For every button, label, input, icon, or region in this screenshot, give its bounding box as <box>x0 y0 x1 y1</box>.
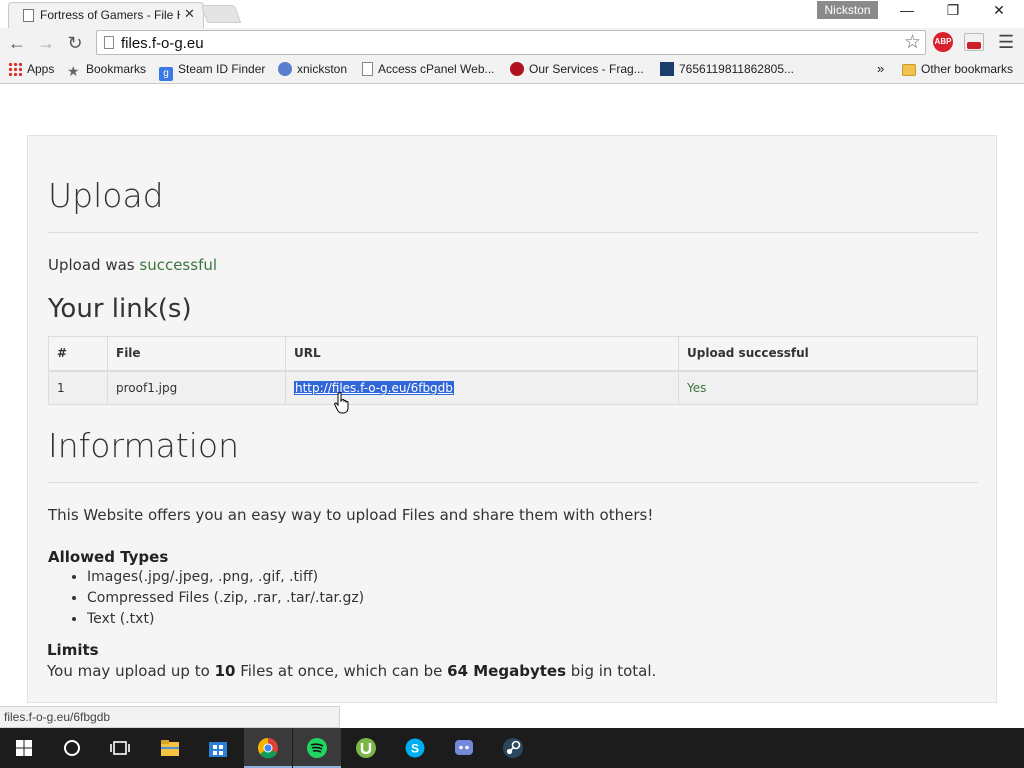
forward-arrow-icon[interactable]: → <box>34 31 58 55</box>
list-item: Images(.jpg/.jpeg, .png, .gif, .tiff) <box>87 567 364 588</box>
svg-text:S: S <box>411 742 419 756</box>
allowed-types-heading: Allowed Types <box>48 548 169 566</box>
store-button[interactable] <box>194 728 242 768</box>
allowed-types-list: Images(.jpg/.jpeg, .png, .gif, .tiff) Co… <box>67 567 364 630</box>
windows-logo-icon <box>16 740 32 756</box>
chrome-icon <box>258 738 278 759</box>
row-file: proof1.jpg <box>107 370 286 405</box>
divider <box>48 482 978 483</box>
minimize-icon[interactable]: — <box>884 0 930 20</box>
utorrent-icon <box>356 738 376 758</box>
bookmark-xnickston[interactable]: xnickston <box>278 62 347 76</box>
tab-title: Fortress of Gamers - File H <box>40 8 180 22</box>
list-item: Compressed Files (.zip, .rar, .tar/.tar.… <box>87 588 364 609</box>
table-row: 1 proof1.jpg http://files.f-o-g.eu/6fbgd… <box>48 370 978 405</box>
skype-button[interactable]: S <box>391 728 439 768</box>
steam-button[interactable] <box>489 728 537 768</box>
list-item: Text (.txt) <box>87 609 364 630</box>
cortana-circle-icon <box>64 740 80 756</box>
col-header-num: # <box>48 336 108 372</box>
globe-icon <box>278 62 292 76</box>
limits-heading: Limits <box>47 641 99 659</box>
restore-icon[interactable]: ❐ <box>930 0 976 20</box>
page-info-icon[interactable] <box>104 36 114 49</box>
page-favicon-icon <box>23 9 34 22</box>
star-icon: ★ <box>67 63 80 79</box>
windows-start-button[interactable] <box>0 728 48 768</box>
bookmark-steam-id-number[interactable]: 7656119811862805... <box>660 62 794 76</box>
hand-cursor-icon <box>334 392 349 414</box>
adblock-plus-icon[interactable]: ABP <box>933 32 953 52</box>
upload-heading: Upload <box>48 176 164 215</box>
folder-icon <box>161 740 179 756</box>
chrome-menu-icon[interactable]: ☰ <box>998 32 1014 53</box>
frag-icon <box>510 62 524 76</box>
limits-size: 64 Megabytes <box>447 662 566 680</box>
bookmark-star-icon[interactable]: ☆ <box>904 31 921 54</box>
status-bubble: files.f-o-g.eu/6fbgdb <box>0 706 340 728</box>
spotify-button[interactable] <box>293 728 341 768</box>
spotify-icon <box>307 738 327 758</box>
steam-id-icon: g <box>159 67 173 81</box>
file-explorer-button[interactable] <box>146 728 194 768</box>
steam-icon <box>503 738 523 758</box>
title-bar: Fortress of Gamers - File H ✕ Nickston —… <box>0 0 1024 28</box>
col-header-upload-successful: Upload successful <box>678 336 978 372</box>
tab-close-icon[interactable]: ✕ <box>184 6 195 22</box>
profile-button[interactable]: Nickston <box>817 1 878 19</box>
v-icon <box>660 62 674 76</box>
links-table: # File URL Upload successful 1 proof1.jp… <box>48 336 978 405</box>
skype-icon: S <box>405 738 425 758</box>
table-header-row: # File URL Upload successful <box>48 336 978 372</box>
reload-icon[interactable]: ↻ <box>63 31 87 55</box>
youtube-extension-icon[interactable] <box>964 33 984 51</box>
task-view-icon <box>110 741 130 755</box>
limits-files-count: 10 <box>214 662 236 680</box>
windows-taskbar: S <box>0 728 1024 768</box>
browser-tab[interactable]: Fortress of Gamers - File H ✕ <box>8 2 204 28</box>
bookmark-bookmarks[interactable]: ★ Bookmarks <box>67 62 146 79</box>
upload-status: Upload was successful <box>48 256 218 274</box>
bookmark-steam-id-finder[interactable]: g Steam ID Finder <box>159 62 265 81</box>
row-upload-successful: Yes <box>678 370 978 405</box>
browser-toolbar: ← → ↻ files.f-o-g.eu ☆ ABP ☰ <box>0 28 1024 58</box>
cortana-search-button[interactable] <box>48 728 96 768</box>
discord-button[interactable] <box>440 728 488 768</box>
col-header-file: File <box>107 336 286 372</box>
chrome-button[interactable] <box>244 728 292 768</box>
back-arrow-icon[interactable]: ← <box>5 31 29 55</box>
bookmark-cpanel[interactable]: Access cPanel Web... <box>362 62 495 76</box>
info-text: This Website offers you an easy way to u… <box>48 506 654 524</box>
store-bag-icon <box>209 742 227 757</box>
other-bookmarks-folder[interactable]: Other bookmarks <box>902 62 1013 76</box>
address-text[interactable]: files.f-o-g.eu <box>121 35 204 52</box>
limits-text: You may upload up to 10 Files at once, w… <box>47 662 657 680</box>
upload-status-success: successful <box>139 256 218 274</box>
uploaded-file-link[interactable]: http://files.f-o-g.eu/6fbgdb <box>294 380 454 395</box>
bookmarks-bar: Apps ★ Bookmarks g Steam ID Finder xnickst… <box>0 58 1024 84</box>
row-num: 1 <box>48 370 108 405</box>
utorrent-button[interactable] <box>342 728 390 768</box>
links-heading: Your link(s) <box>48 294 192 324</box>
task-view-button[interactable] <box>96 728 144 768</box>
discord-icon <box>455 740 473 755</box>
bookmark-our-services[interactable]: Our Services - Frag... <box>510 62 644 76</box>
col-header-url: URL <box>285 336 679 372</box>
information-heading: Information <box>48 426 240 465</box>
folder-icon <box>902 64 916 76</box>
close-window-icon[interactable]: ✕ <box>976 0 1022 20</box>
new-tab-button[interactable] <box>200 5 242 23</box>
apps-grid-icon <box>8 62 22 76</box>
page-icon <box>362 62 373 76</box>
page-content: Upload Upload was successful Your link(s… <box>0 85 1024 728</box>
divider <box>48 232 978 233</box>
bookmarks-overflow-icon[interactable]: » <box>877 61 884 76</box>
address-bar[interactable]: files.f-o-g.eu ☆ <box>96 30 926 55</box>
bookmark-apps[interactable]: Apps <box>8 62 54 76</box>
